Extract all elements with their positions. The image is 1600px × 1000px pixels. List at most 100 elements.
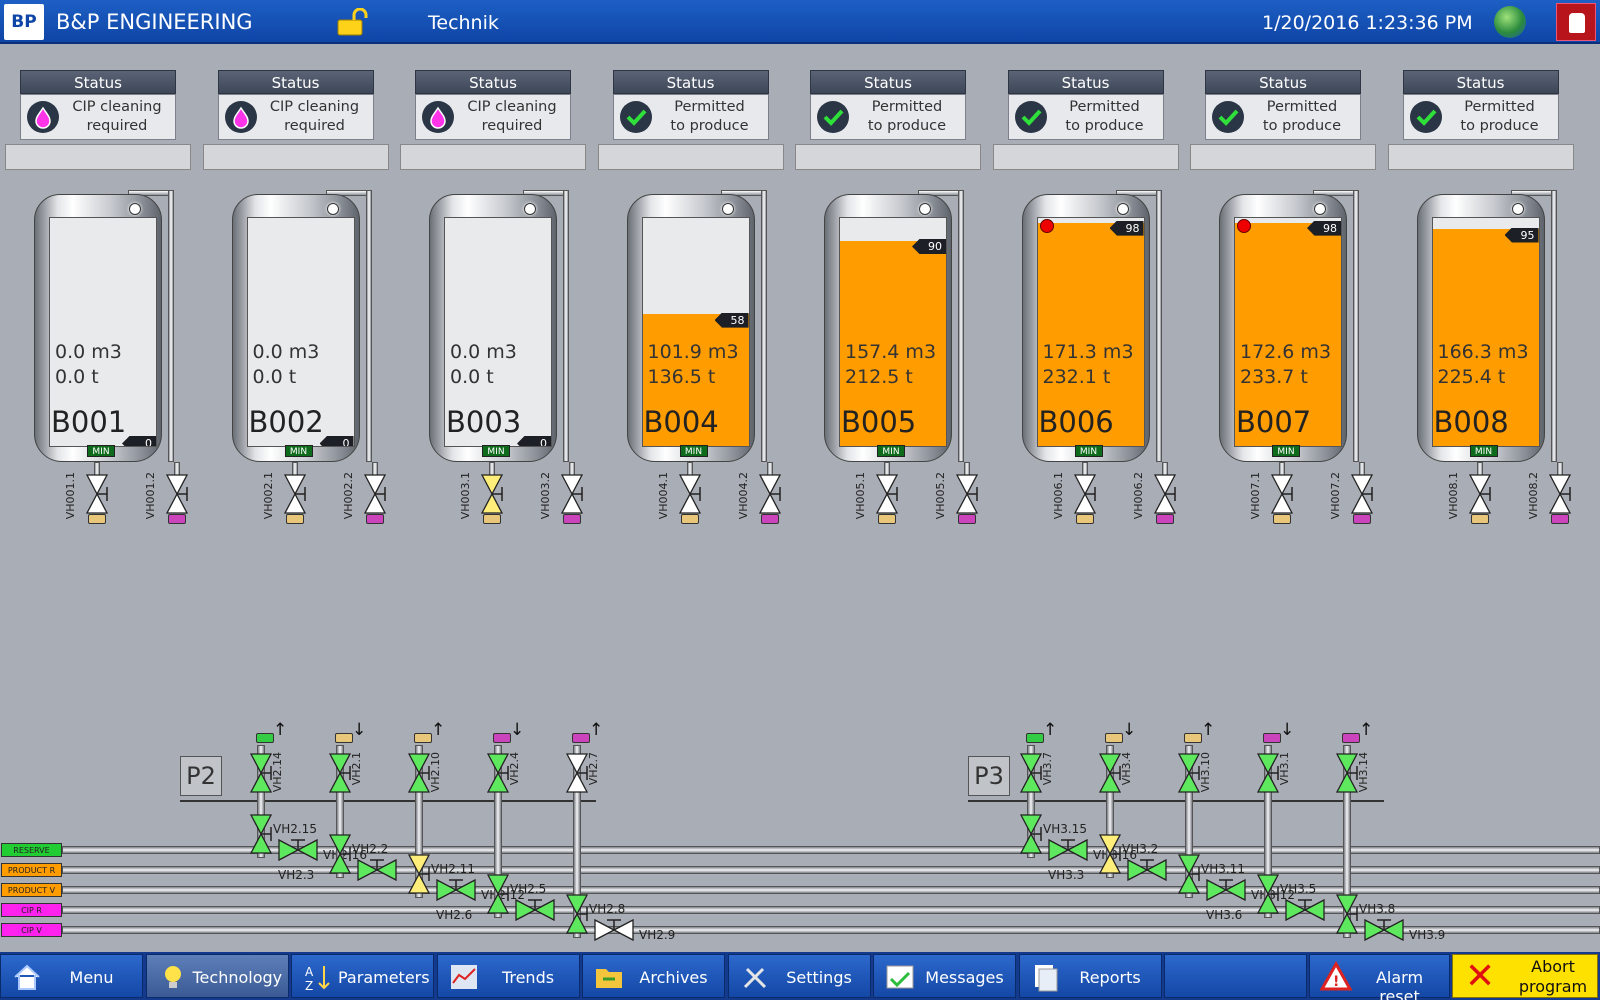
tank-b004[interactable]: 58 101.9 m3 136.5 t B004 MIN VH004.1 VH004.2 xyxy=(623,190,783,530)
nav-technology-button[interactable]: Technology xyxy=(145,954,289,998)
isolation-valve-icon[interactable] xyxy=(1019,753,1043,793)
inlet-nozzle xyxy=(256,733,274,743)
outlet-valve-icon[interactable] xyxy=(165,474,189,514)
branch-valve-icon[interactable] xyxy=(407,854,431,894)
check-icon xyxy=(1212,101,1244,133)
nav-trends-button[interactable]: Trends xyxy=(436,954,580,998)
line-valve-icon[interactable] xyxy=(1124,858,1170,882)
valve-label: VH008.1 xyxy=(1446,472,1460,520)
line-valve-icon[interactable] xyxy=(275,838,321,862)
branch-valve-icon[interactable] xyxy=(486,874,510,914)
tank-b003[interactable]: 0 0.0 m3 0.0 t B003 MIN VH003.1 VH003.2 xyxy=(425,190,585,530)
unlocked-padlock-icon[interactable] xyxy=(336,8,372,36)
isolation-valve-icon[interactable] xyxy=(1256,753,1280,793)
outlet-valve-icon[interactable] xyxy=(560,474,584,514)
inlet-nozzle xyxy=(1184,733,1202,743)
globe-icon[interactable] xyxy=(1494,6,1526,38)
tank-b006[interactable]: 98 171.3 m3 232.1 t B006 MIN VH006.1 VH006.2 xyxy=(1018,190,1178,530)
valve-label: VH2.1 xyxy=(350,752,363,786)
tank-readout: 157.4 m3 212.5 t xyxy=(845,340,936,390)
isolation-valve-icon[interactable] xyxy=(1098,753,1122,793)
outlet-valve-icon[interactable] xyxy=(875,474,899,514)
outlet-valve-icon[interactable] xyxy=(1270,474,1294,514)
isolation-valve-icon[interactable] xyxy=(1177,753,1201,793)
abort-program-button[interactable]: ✕ Abort program xyxy=(1452,954,1598,998)
valve-label: VH007.1 xyxy=(1249,472,1262,520)
nav-settings-button[interactable]: Settings xyxy=(727,954,871,998)
isolation-valve-icon[interactable] xyxy=(249,753,273,793)
branch-valve-icon[interactable] xyxy=(565,894,589,934)
outlet-valve-icon[interactable] xyxy=(1548,474,1572,514)
outlet-valve-icon[interactable] xyxy=(1350,474,1374,514)
valve-label: VH3.2 xyxy=(1122,842,1159,856)
isolation-valve-icon[interactable] xyxy=(486,753,510,793)
valve-label: VH001.1 xyxy=(64,472,77,520)
outlet-valve-icon[interactable] xyxy=(1073,474,1097,514)
nav-label: Archives xyxy=(639,968,708,987)
outlet-valve-icon[interactable] xyxy=(758,474,782,514)
outlet-valve-icon[interactable] xyxy=(363,474,387,514)
isolation-valve-icon[interactable] xyxy=(407,753,431,793)
tank-b002[interactable]: 0 0.0 m3 0.0 t B002 MIN VH002.1 VH002.2 xyxy=(228,190,388,530)
outlet-valve-icon[interactable] xyxy=(283,474,307,514)
nav-parameters-button[interactable]: A Z Parameters xyxy=(291,954,434,998)
isolation-valve-icon[interactable] xyxy=(1335,753,1359,793)
nav-messages-button[interactable]: Messages xyxy=(873,954,1016,998)
outlet-valve-icon[interactable] xyxy=(1153,474,1177,514)
inlet-nozzle xyxy=(1342,733,1360,743)
branch-valve-icon[interactable] xyxy=(249,814,273,854)
valve-label: VH3.14 xyxy=(1357,752,1370,793)
tank-b005[interactable]: 90 157.4 m3 212.5 t B005 MIN VH005.1 VH005.2 xyxy=(820,190,980,530)
line-valve-icon[interactable] xyxy=(1361,918,1407,942)
outlet-nozzle xyxy=(760,514,779,524)
bulb-icon xyxy=(164,966,181,988)
branch-valve-icon[interactable] xyxy=(1256,874,1280,914)
tank-b007[interactable]: 98 172.6 m3 233.7 t B007 MIN VH007.1 VH007.2 xyxy=(1215,190,1375,530)
branch-valve-icon[interactable] xyxy=(328,834,352,874)
outlet-nozzle xyxy=(1550,514,1569,524)
status-body: CIP cleaning required xyxy=(217,94,374,140)
line-valve-icon[interactable] xyxy=(354,858,400,882)
nav-menu-button[interactable]: Menu xyxy=(0,954,143,998)
isolation-valve-icon[interactable] xyxy=(565,753,589,793)
line-label-product-v: PRODUCT V xyxy=(1,883,62,897)
line-valve-icon[interactable] xyxy=(1203,878,1249,902)
status-body: Permitted to produce xyxy=(1007,94,1164,140)
min-level-badge: MIN xyxy=(877,445,905,457)
valve-label: VH005.1 xyxy=(854,472,867,520)
status-body: Permitted to produce xyxy=(1205,94,1361,140)
branch-valve-icon[interactable] xyxy=(1177,854,1201,894)
p2-header-line xyxy=(180,800,596,802)
line-valve-icon[interactable] xyxy=(512,898,558,922)
tank-shell: 95 166.3 m3 225.4 t B008 MIN xyxy=(1416,194,1545,462)
min-level-badge: MIN xyxy=(87,445,115,457)
branch-valve-icon[interactable] xyxy=(1098,834,1122,874)
outlet-valve-icon[interactable] xyxy=(678,474,702,514)
inlet-nozzle xyxy=(414,733,432,743)
branch-valve-icon[interactable] xyxy=(1335,894,1359,934)
line-valve-icon[interactable] xyxy=(1282,898,1328,922)
nav-reports-button[interactable]: Reports xyxy=(1018,954,1162,998)
user-login-icon[interactable] xyxy=(1556,3,1596,41)
branch-valve-icon[interactable] xyxy=(1019,814,1043,854)
outlet-valve-icon[interactable] xyxy=(955,474,979,514)
valve-label: VH004.1 xyxy=(656,472,670,520)
outlet-valve-icon[interactable] xyxy=(85,474,109,514)
tank-readout: 166.3 m3 225.4 t xyxy=(1438,340,1529,390)
alarm-reset-button[interactable]: ! Alarm reset xyxy=(1309,954,1450,1000)
tank-b008[interactable]: 95 166.3 m3 225.4 t B008 MIN VH008.1 VH008.2 xyxy=(1413,190,1573,530)
tank-name: B005 xyxy=(841,405,917,439)
tank-mass: 225.4 t xyxy=(1437,366,1506,388)
tank-b001[interactable]: 0 0.0 m3 0.0 t B001 MIN VH001.1 VH001.2 xyxy=(30,190,190,530)
line-valve-icon[interactable] xyxy=(433,878,479,902)
line-valve-icon[interactable] xyxy=(1045,838,1091,862)
nav-archives-button[interactable]: Archives xyxy=(582,954,725,998)
nav-empty-button[interactable] xyxy=(1164,954,1307,998)
alarm-indicator-icon xyxy=(1039,219,1054,233)
outlet-valve-icon[interactable] xyxy=(1468,474,1492,514)
tank-name: B004 xyxy=(643,405,719,439)
line-valve-icon[interactable] xyxy=(591,918,637,942)
outlet-valve-icon[interactable] xyxy=(480,474,504,514)
isolation-valve-icon[interactable] xyxy=(328,753,352,793)
tank-volume: 0.0 m3 xyxy=(252,341,320,363)
